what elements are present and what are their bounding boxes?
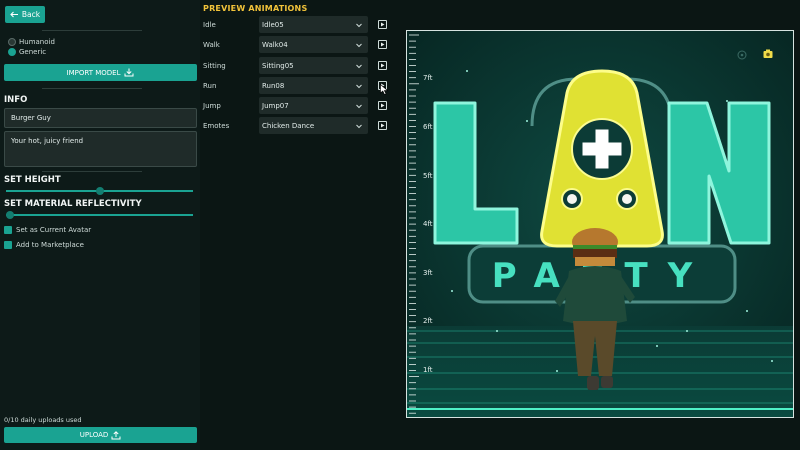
description-input[interactable]: Your hot, juicy friend: [4, 131, 197, 167]
arrow-left-icon: [10, 11, 18, 18]
rotate-view-icon[interactable]: [736, 49, 748, 61]
uploads-status: 0/10 daily uploads used: [4, 416, 82, 424]
upload-label: UPLOAD: [79, 431, 109, 439]
left-panel: Back Humanoid Generic IMPORT MODEL INFO …: [0, 0, 200, 450]
anim-value: Idle05: [262, 20, 284, 29]
ruler-label: 5ft: [423, 172, 433, 180]
radio-generic[interactable]: Generic: [8, 48, 46, 56]
anim-row-run: Run Run08: [203, 77, 391, 94]
ruler-label: 2ft: [423, 317, 433, 325]
back-button[interactable]: Back: [5, 6, 45, 23]
ruler-ticks: [409, 34, 419, 414]
anim-row-jump: Jump Jump07: [203, 97, 391, 114]
divider: [42, 88, 142, 89]
info-title: INFO: [4, 95, 28, 105]
add-to-marketplace-checkbox[interactable]: Add to Marketplace: [4, 241, 84, 249]
radio-label: Humanoid: [19, 38, 55, 46]
anim-label: Walk: [203, 40, 220, 49]
radio-indicator[interactable]: [8, 38, 16, 46]
anim-row-emotes: Emotes Chicken Dance: [203, 117, 391, 134]
mouse-cursor-icon: [380, 84, 388, 95]
radio-indicator[interactable]: [8, 48, 16, 56]
anim-label: Idle: [203, 20, 216, 29]
avatar-preview-viewport[interactable]: PARTY 7ft 6ft 5ft: [406, 30, 794, 418]
anim-select[interactable]: Walk04: [259, 36, 368, 53]
back-label: Back: [21, 10, 41, 19]
slider-thumb[interactable]: [95, 187, 104, 195]
play-button[interactable]: [378, 40, 387, 49]
screenshot-icon[interactable]: [762, 48, 774, 60]
anim-select[interactable]: Chicken Dance: [259, 117, 368, 134]
divider: [42, 30, 142, 31]
anim-select[interactable]: Sitting05: [259, 57, 368, 74]
height-title: SET HEIGHT: [4, 175, 61, 185]
anim-label: Run: [203, 81, 217, 90]
play-button[interactable]: [378, 61, 387, 70]
animations-panel: PREVIEW ANIMATIONS Idle Idle05 Walk Walk…: [200, 0, 405, 450]
chevron-down-icon: [356, 104, 362, 108]
play-icon: [381, 22, 385, 27]
play-icon: [381, 103, 385, 108]
play-icon: [381, 42, 385, 47]
checkbox-box[interactable]: [4, 241, 12, 249]
import-label: IMPORT MODEL: [66, 68, 121, 77]
preview-animations-title: PREVIEW ANIMATIONS: [203, 4, 308, 13]
anim-value: Jump07: [262, 101, 289, 110]
play-button[interactable]: [378, 121, 387, 130]
chevron-down-icon: [356, 43, 362, 47]
anim-label: Jump: [203, 101, 221, 110]
ruler-label: 7ft: [423, 74, 433, 82]
set-current-avatar-checkbox[interactable]: Set as Current Avatar: [4, 226, 91, 234]
radio-humanoid[interactable]: Humanoid: [8, 38, 55, 46]
anim-row-idle: Idle Idle05: [203, 16, 391, 33]
anim-value: Walk04: [262, 40, 288, 49]
anim-row-sitting: Sitting Sitting05: [203, 57, 391, 74]
chevron-down-icon: [356, 84, 362, 88]
name-input[interactable]: Burger Guy: [4, 108, 197, 128]
anim-value: Sitting05: [262, 61, 294, 70]
play-icon: [381, 63, 385, 68]
anim-select[interactable]: Jump07: [259, 97, 368, 114]
play-button[interactable]: [378, 101, 387, 110]
preview-scene: PARTY: [407, 31, 793, 417]
chevron-down-icon: [356, 23, 362, 27]
download-icon: [124, 68, 134, 77]
ruler-label: 6ft: [423, 123, 433, 131]
checkbox-label: Set as Current Avatar: [16, 226, 92, 234]
ruler-label: 4ft: [423, 220, 433, 228]
anim-label: Emotes: [203, 121, 230, 130]
radio-label: Generic: [19, 48, 47, 56]
checkbox-box[interactable]: [4, 226, 12, 234]
divider: [42, 171, 142, 172]
import-model-button[interactable]: IMPORT MODEL: [4, 64, 197, 81]
chevron-down-icon: [356, 124, 362, 128]
anim-select[interactable]: Run08: [259, 77, 368, 94]
slider-thumb[interactable]: [6, 211, 14, 219]
chevron-down-icon: [356, 64, 362, 68]
anim-row-walk: Walk Walk04: [203, 36, 391, 53]
anim-value: Chicken Dance: [262, 121, 315, 130]
play-icon: [381, 123, 385, 128]
reflectivity-title: SET MATERIAL REFLECTIVITY: [4, 199, 142, 209]
ruler-label: 3ft: [423, 269, 433, 277]
upload-icon: [111, 430, 121, 439]
anim-label: Sitting: [203, 61, 226, 70]
ruler-label: 1ft: [423, 366, 433, 374]
checkbox-label: Add to Marketplace: [16, 241, 84, 249]
upload-button[interactable]: UPLOAD: [4, 427, 197, 443]
play-button[interactable]: [378, 20, 387, 29]
anim-select[interactable]: Idle05: [259, 16, 368, 33]
anim-value: Run08: [262, 81, 285, 90]
slider-track[interactable]: [6, 214, 193, 216]
